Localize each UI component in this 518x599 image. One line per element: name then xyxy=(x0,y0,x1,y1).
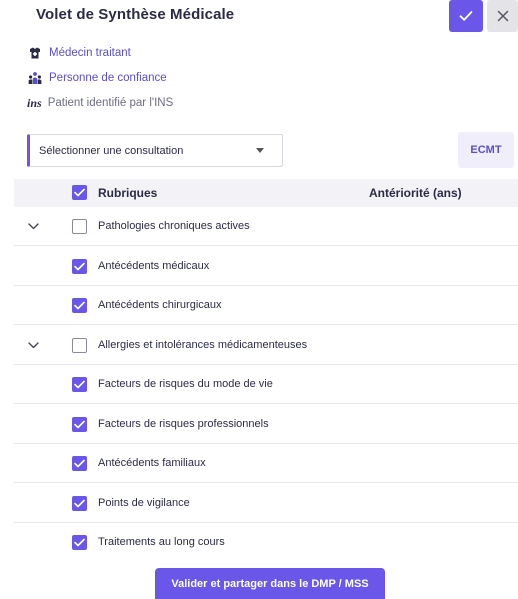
row-checkbox[interactable] xyxy=(72,456,87,471)
row-checkbox[interactable] xyxy=(72,219,87,234)
close-icon xyxy=(497,10,508,22)
check-icon xyxy=(74,538,85,547)
submit-share-button[interactable]: Valider et partager dans le DMP / MSS xyxy=(155,568,385,599)
info-medecin-traitant[interactable]: Médecin traitant xyxy=(27,45,131,61)
row-label: Allergies et intolérances médicamenteuse… xyxy=(98,339,308,351)
row-label: Traitements au long cours xyxy=(98,536,225,548)
close-button[interactable] xyxy=(487,0,518,32)
table-row: Traitements au long cours xyxy=(14,523,518,562)
chevron-down-icon xyxy=(27,341,39,348)
row-label: Pathologies chroniques actives xyxy=(98,220,250,232)
caret-down-icon xyxy=(256,148,264,153)
table-row: Antécédents médicaux xyxy=(14,247,518,286)
panel-header: Volet de Synthèse Médicale xyxy=(0,0,518,36)
table-row: Facteurs de risques du mode de vie xyxy=(14,365,518,404)
check-icon xyxy=(74,499,85,508)
consultation-select[interactable]: Sélectionner une consultation xyxy=(27,134,283,167)
column-header-rubriques: Rubriques xyxy=(98,186,158,200)
info-personne-confiance-label: Personne de confiance xyxy=(49,72,167,84)
consultation-select-value: Sélectionner une consultation xyxy=(39,144,184,157)
info-patient-ins-label: Patient identifié par l'INS xyxy=(47,97,174,109)
check-icon xyxy=(74,459,85,468)
ins-logo: ins xyxy=(27,95,42,110)
table-row: Allergies et intolérances médicamenteuse… xyxy=(14,326,518,365)
column-header-anteriorite: Antériorité (ans) xyxy=(369,186,462,200)
info-patient-ins: ins Patient identifié par l'INS xyxy=(27,95,173,111)
table-row: Pathologies chroniques actives xyxy=(14,207,518,246)
check-icon xyxy=(74,420,85,429)
row-checkbox[interactable] xyxy=(72,417,87,432)
expand-toggle[interactable] xyxy=(26,339,40,351)
doctor-icon xyxy=(27,46,42,61)
row-label: Points de vigilance xyxy=(98,497,190,509)
row-checkbox[interactable] xyxy=(72,535,87,550)
row-label: Antécédents chirurgicaux xyxy=(98,299,222,311)
chevron-down-icon xyxy=(27,222,39,229)
check-icon xyxy=(74,188,85,197)
row-label: Facteurs de risques professionnels xyxy=(98,418,269,430)
people-icon xyxy=(27,71,42,86)
info-personne-confiance[interactable]: Personne de confiance xyxy=(27,70,167,86)
table-header: Rubriques Antériorité (ans) xyxy=(14,179,518,207)
info-medecin-traitant-label: Médecin traitant xyxy=(49,47,131,59)
table-row: Antécédents familiaux xyxy=(14,444,518,483)
row-checkbox[interactable] xyxy=(72,377,87,392)
confirm-button[interactable] xyxy=(449,0,483,32)
row-label: Antécédents familiaux xyxy=(98,457,206,469)
row-label: Antécédents médicaux xyxy=(98,260,210,272)
row-checkbox[interactable] xyxy=(72,338,87,353)
table-row: Facteurs de risques professionnels xyxy=(14,405,518,444)
check-icon xyxy=(74,301,85,310)
ecmt-button[interactable]: ECMT xyxy=(458,132,514,168)
row-label: Facteurs de risques du mode de vie xyxy=(98,378,273,390)
row-checkbox[interactable] xyxy=(72,496,87,511)
row-checkbox[interactable] xyxy=(72,259,87,274)
table-row: Points de vigilance xyxy=(14,484,518,523)
expand-toggle[interactable] xyxy=(26,220,40,232)
check-icon xyxy=(74,262,85,271)
table-row: Antécédents chirurgicaux xyxy=(14,286,518,325)
select-all-checkbox[interactable] xyxy=(72,185,87,200)
submit-share-button-label: Valider et partager dans le DMP / MSS xyxy=(171,577,369,590)
check-icon xyxy=(74,380,85,389)
check-icon xyxy=(459,11,473,21)
row-checkbox[interactable] xyxy=(72,298,87,313)
panel-title: Volet de Synthèse Médicale xyxy=(36,6,235,23)
ecmt-button-label: ECMT xyxy=(470,144,502,156)
